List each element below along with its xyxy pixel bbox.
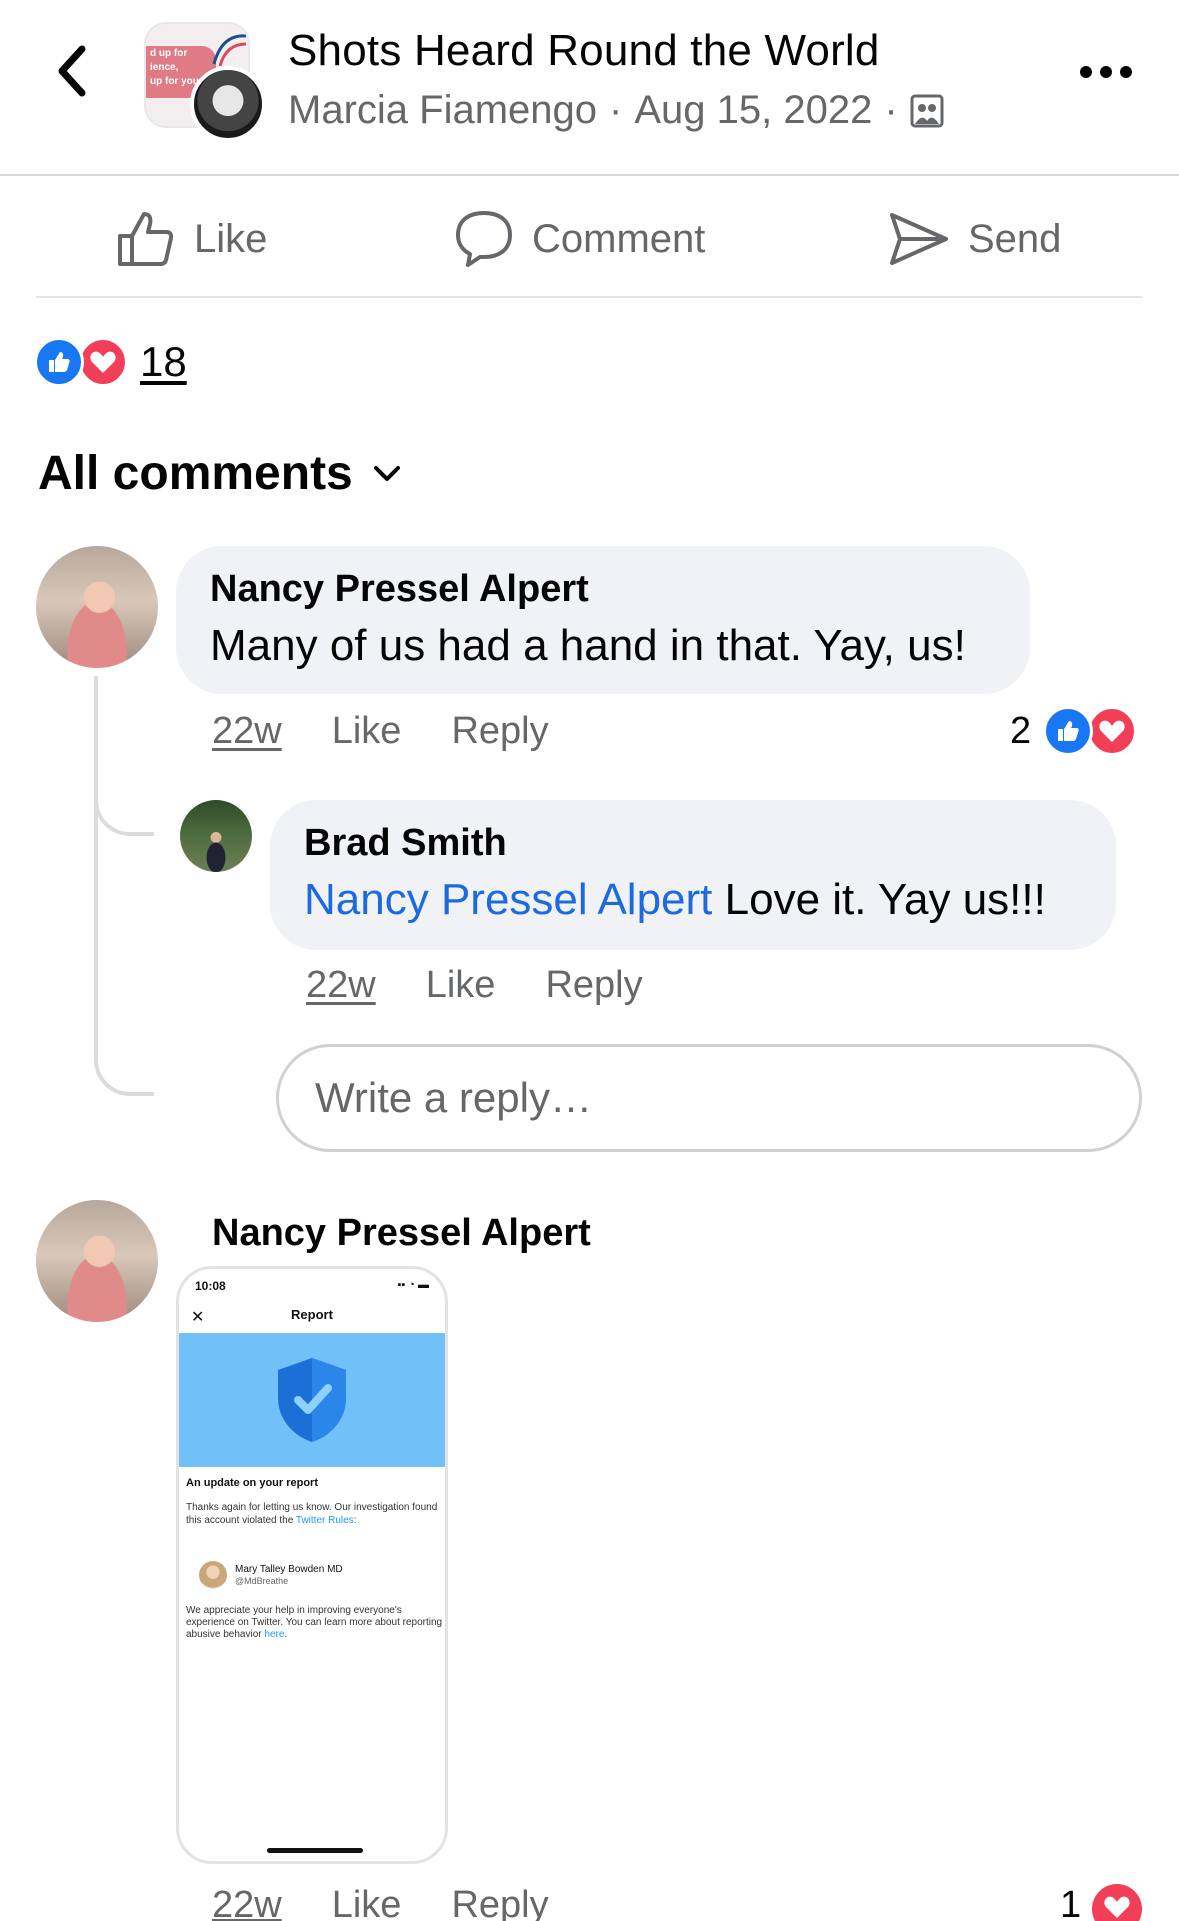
commenter-avatar[interactable] [36, 1200, 158, 1322]
more-dot-icon [1100, 66, 1112, 78]
reply-meta: 22w Like Reply [306, 964, 643, 1007]
post-date[interactable]: Aug 15, 2022 [634, 88, 872, 133]
comments-filter-dropdown[interactable]: All comments [38, 446, 401, 501]
comment-reaction-count[interactable]: 1 [1060, 1884, 1081, 1921]
more-dot-icon [1080, 66, 1092, 78]
reply-like-button[interactable]: Like [426, 964, 496, 1007]
group-logo-icon [212, 34, 247, 67]
comment-like-button[interactable]: Like [332, 710, 402, 753]
love-reaction-icon [1092, 1884, 1142, 1921]
phone-status-time: 10:08 [195, 1279, 226, 1293]
love-reaction-icon [78, 337, 128, 387]
like-reaction-icon [1043, 706, 1094, 756]
comment-reply-button[interactable]: Reply [451, 710, 548, 753]
reaction-summary[interactable]: 18 [34, 336, 187, 388]
author-avatar[interactable] [190, 66, 266, 142]
comment-bubble-icon [456, 211, 512, 267]
comment-bubble: Nancy Pressel Alpert Many of us had a ha… [176, 546, 1030, 694]
report-banner [179, 1333, 445, 1467]
send-button[interactable]: Send [888, 206, 1061, 272]
group-thumb-text: d up for [150, 48, 188, 59]
back-button[interactable] [44, 40, 100, 102]
post-meta: Marcia Fiamengo · Aug 15, 2022 · [288, 88, 944, 133]
reported-account-handle: @MdBreathe [235, 1576, 289, 1586]
comment-meta-actions: 22w Like Reply [212, 1884, 549, 1921]
twitter-rules-link: Twitter Rules [295, 1515, 354, 1526]
comment-reactions[interactable]: 2 [1010, 706, 1138, 756]
comment-time[interactable]: 22w [212, 1884, 282, 1921]
commenter-avatar[interactable] [36, 546, 158, 668]
reply-bubble: Brad Smith Nancy Pressel Alpert Love it.… [270, 800, 1116, 950]
report-footer: We appreciate your help in improving eve… [186, 1605, 444, 1641]
comment-meta: 22w Like Reply [212, 710, 549, 753]
group-audience-icon [910, 94, 944, 127]
reported-account: Mary Talley Bowden MD @MdBreathe [199, 1561, 343, 1589]
mention-link[interactable]: Nancy Pressel Alpert [304, 875, 712, 924]
write-reply-placeholder: Write a reply… [315, 1074, 592, 1121]
post-header: d up for ience, up for you Shots Heard R… [0, 0, 1179, 176]
love-reaction-icon [1087, 706, 1138, 756]
shield-check-icon [278, 1358, 346, 1442]
post-action-bar: Like Comment Send [36, 180, 1142, 298]
comment-author[interactable]: Nancy Pressel Alpert [212, 1212, 591, 1255]
more-dot-icon [1120, 66, 1132, 78]
comment-reply-button[interactable]: Reply [451, 1884, 548, 1921]
like-button[interactable]: Like [116, 206, 267, 272]
report-footer-end: . [284, 1629, 288, 1640]
comment-label: Comment [532, 216, 706, 261]
report-update-heading: An update on your report [186, 1477, 318, 1489]
write-reply-input[interactable]: Write a reply… [276, 1044, 1142, 1152]
comment-image-attachment[interactable]: 10:08 ▪▪ ◔ ▬ ✕ Report An update on your … [176, 1266, 448, 1864]
group-thumb-text: ience, [150, 62, 179, 73]
author-name[interactable]: Marcia Fiamengo [288, 88, 597, 133]
reaction-count[interactable]: 18 [140, 338, 187, 386]
thumbs-up-icon [118, 212, 174, 266]
like-reaction-icon [34, 337, 84, 387]
meta-separator: · [609, 88, 623, 132]
reply-reply-button[interactable]: Reply [545, 964, 642, 1007]
report-title: Report [291, 1307, 333, 1322]
comment-like-button[interactable]: Like [332, 1884, 402, 1921]
reply-body: Love it. Yay us!!! [712, 875, 1046, 924]
comment-time[interactable]: 22w [212, 710, 282, 753]
replier-avatar[interactable] [180, 800, 252, 872]
meta-separator: · [884, 88, 898, 132]
report-footer-text: We appreciate your help in improving eve… [186, 1605, 443, 1640]
comment-author[interactable]: Nancy Pressel Alpert [210, 568, 996, 611]
more-options-button[interactable] [1076, 52, 1136, 92]
comment-reaction-count: 2 [1010, 709, 1032, 752]
reply-time[interactable]: 22w [306, 964, 376, 1007]
like-label: Like [194, 216, 268, 261]
report-body-end: : [353, 1515, 357, 1526]
report-body: Thanks again for letting us know. Our in… [186, 1501, 444, 1527]
comments-filter-label: All comments [38, 447, 353, 500]
reported-account-name: Mary Talley Bowden MD [235, 1564, 343, 1575]
here-link: here [264, 1629, 285, 1640]
post-title[interactable]: Shots Heard Round the World [288, 26, 880, 76]
comment-button[interactable]: Comment [454, 206, 705, 272]
phone-home-indicator [267, 1848, 363, 1853]
send-icon [890, 213, 948, 265]
comment-meta: 22w Like Reply 1 [0, 1880, 1179, 1921]
reply-author[interactable]: Brad Smith [304, 822, 1082, 865]
chevron-down-icon [373, 465, 400, 481]
phone-status-icons: ▪▪ ◔ ▬ [397, 1279, 429, 1291]
chevron-left-icon [58, 45, 86, 97]
thread-connector [94, 676, 154, 1096]
comment-text: Many of us had a hand in that. Yay, us! [210, 621, 966, 670]
reported-account-avatar [199, 1561, 227, 1589]
reply-text: Nancy Pressel Alpert Love it. Yay us!!! [304, 875, 1082, 925]
send-label: Send [968, 216, 1062, 261]
group-thumb-text: up for you [150, 76, 199, 87]
